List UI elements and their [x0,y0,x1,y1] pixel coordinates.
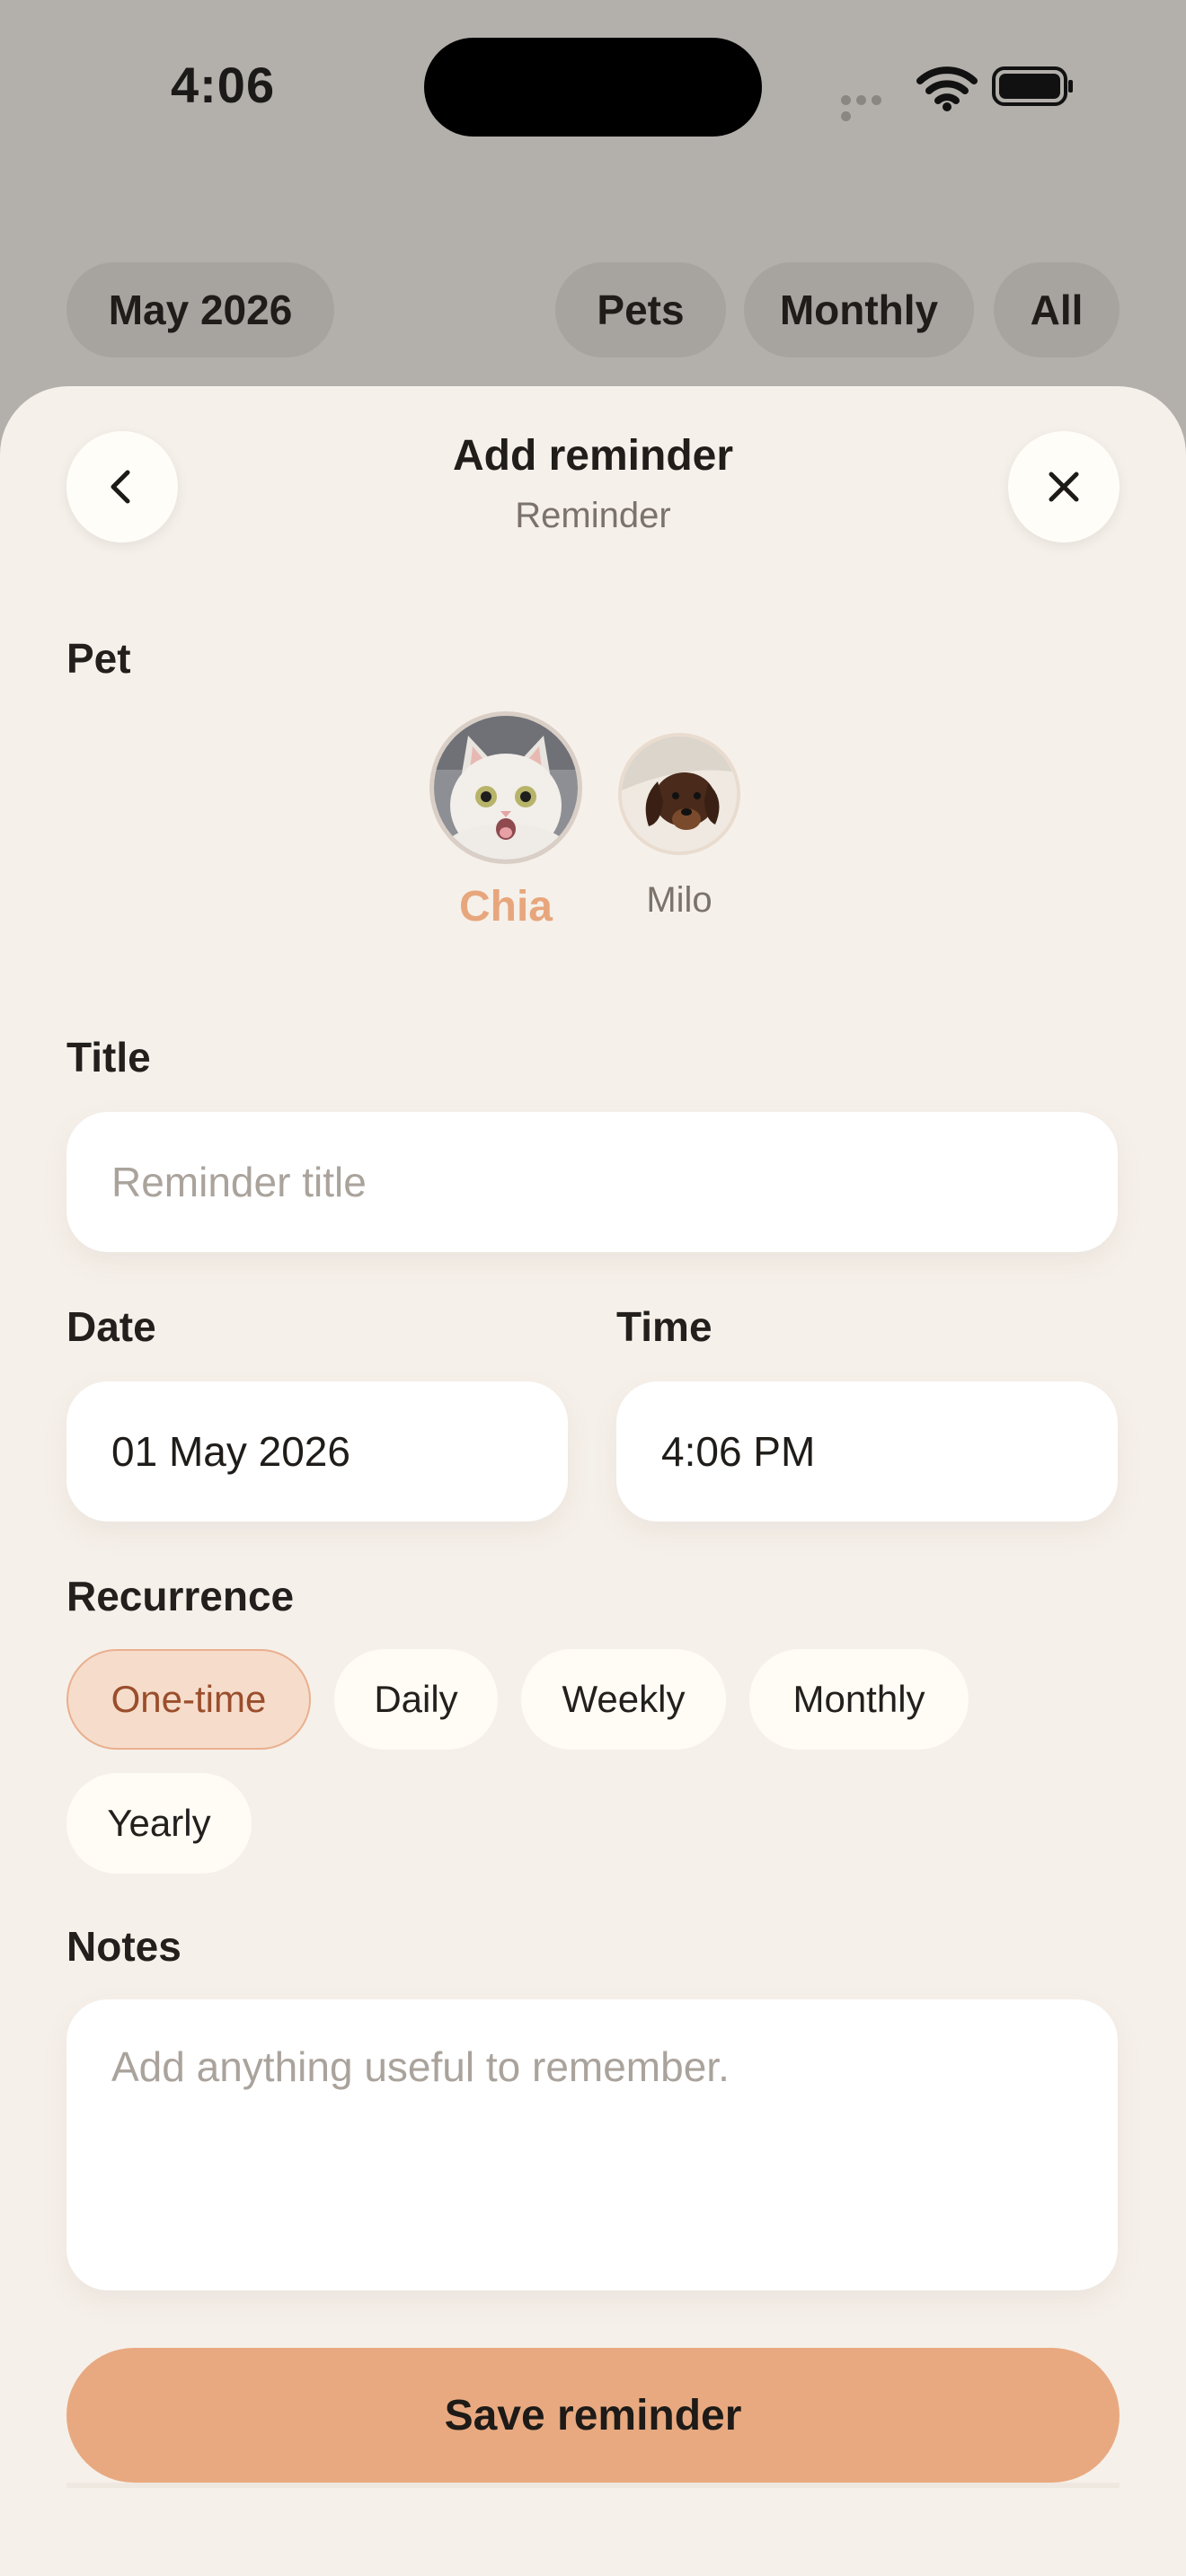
dynamic-island [424,38,762,137]
save-reminder-button[interactable]: Save reminder [66,2348,1120,2483]
notes-textarea[interactable]: Add anything useful to remember. [66,1999,1118,2290]
time-label: Time [616,1303,712,1350]
all-filter-chip[interactable]: All [994,262,1120,357]
month-filter-chip[interactable]: May 2026 [66,262,334,357]
notes-label: Notes [66,1923,181,1970]
recurrence-option-daily[interactable]: Daily [334,1649,498,1750]
pet-avatar-milo[interactable] [618,733,740,855]
pet-name-chia[interactable]: Chia [416,882,596,931]
close-icon [1049,472,1079,502]
cellular-signal-icon [841,93,900,121]
notes-placeholder: Add anything useful to remember. [111,2043,730,2090]
close-button[interactable] [1008,431,1120,543]
date-value: 01 May 2026 [111,1428,350,1475]
dog-photo [622,737,737,851]
pet-label: Pet [66,635,131,682]
pet-name-milo[interactable]: Milo [589,880,769,921]
date-label: Date [66,1303,156,1350]
sheet-subtitle: Reminder [515,496,671,535]
monthly-filter-chip[interactable]: Monthly [744,262,974,357]
pets-filter-chip[interactable]: Pets [555,262,726,357]
recurrence-label: Recurrence [66,1573,295,1619]
date-field[interactable]: 01 May 2026 [66,1381,568,1522]
time-value: 4:06 PM [661,1428,816,1475]
wifi-icon [916,66,978,111]
status-time: 4:06 [171,57,276,113]
recurrence-option-one-time[interactable]: One-time [66,1649,311,1750]
status-bar: 4:06 [0,0,1186,180]
bottom-fade [66,2483,1120,2488]
time-field[interactable]: 4:06 PM [616,1381,1118,1522]
recurrence-option-weekly[interactable]: Weekly [521,1649,726,1750]
title-input[interactable]: Reminder title [66,1112,1118,1252]
pet-avatar-chia[interactable] [429,711,582,864]
recurrence-option-monthly[interactable]: Monthly [749,1649,969,1750]
title-placeholder: Reminder title [111,1159,367,1205]
battery-icon [992,66,1073,106]
recurrence-option-yearly[interactable]: Yearly [66,1773,252,1874]
cat-photo [434,716,578,860]
sheet-title: Add reminder [452,432,734,480]
title-label: Title [66,1034,151,1081]
